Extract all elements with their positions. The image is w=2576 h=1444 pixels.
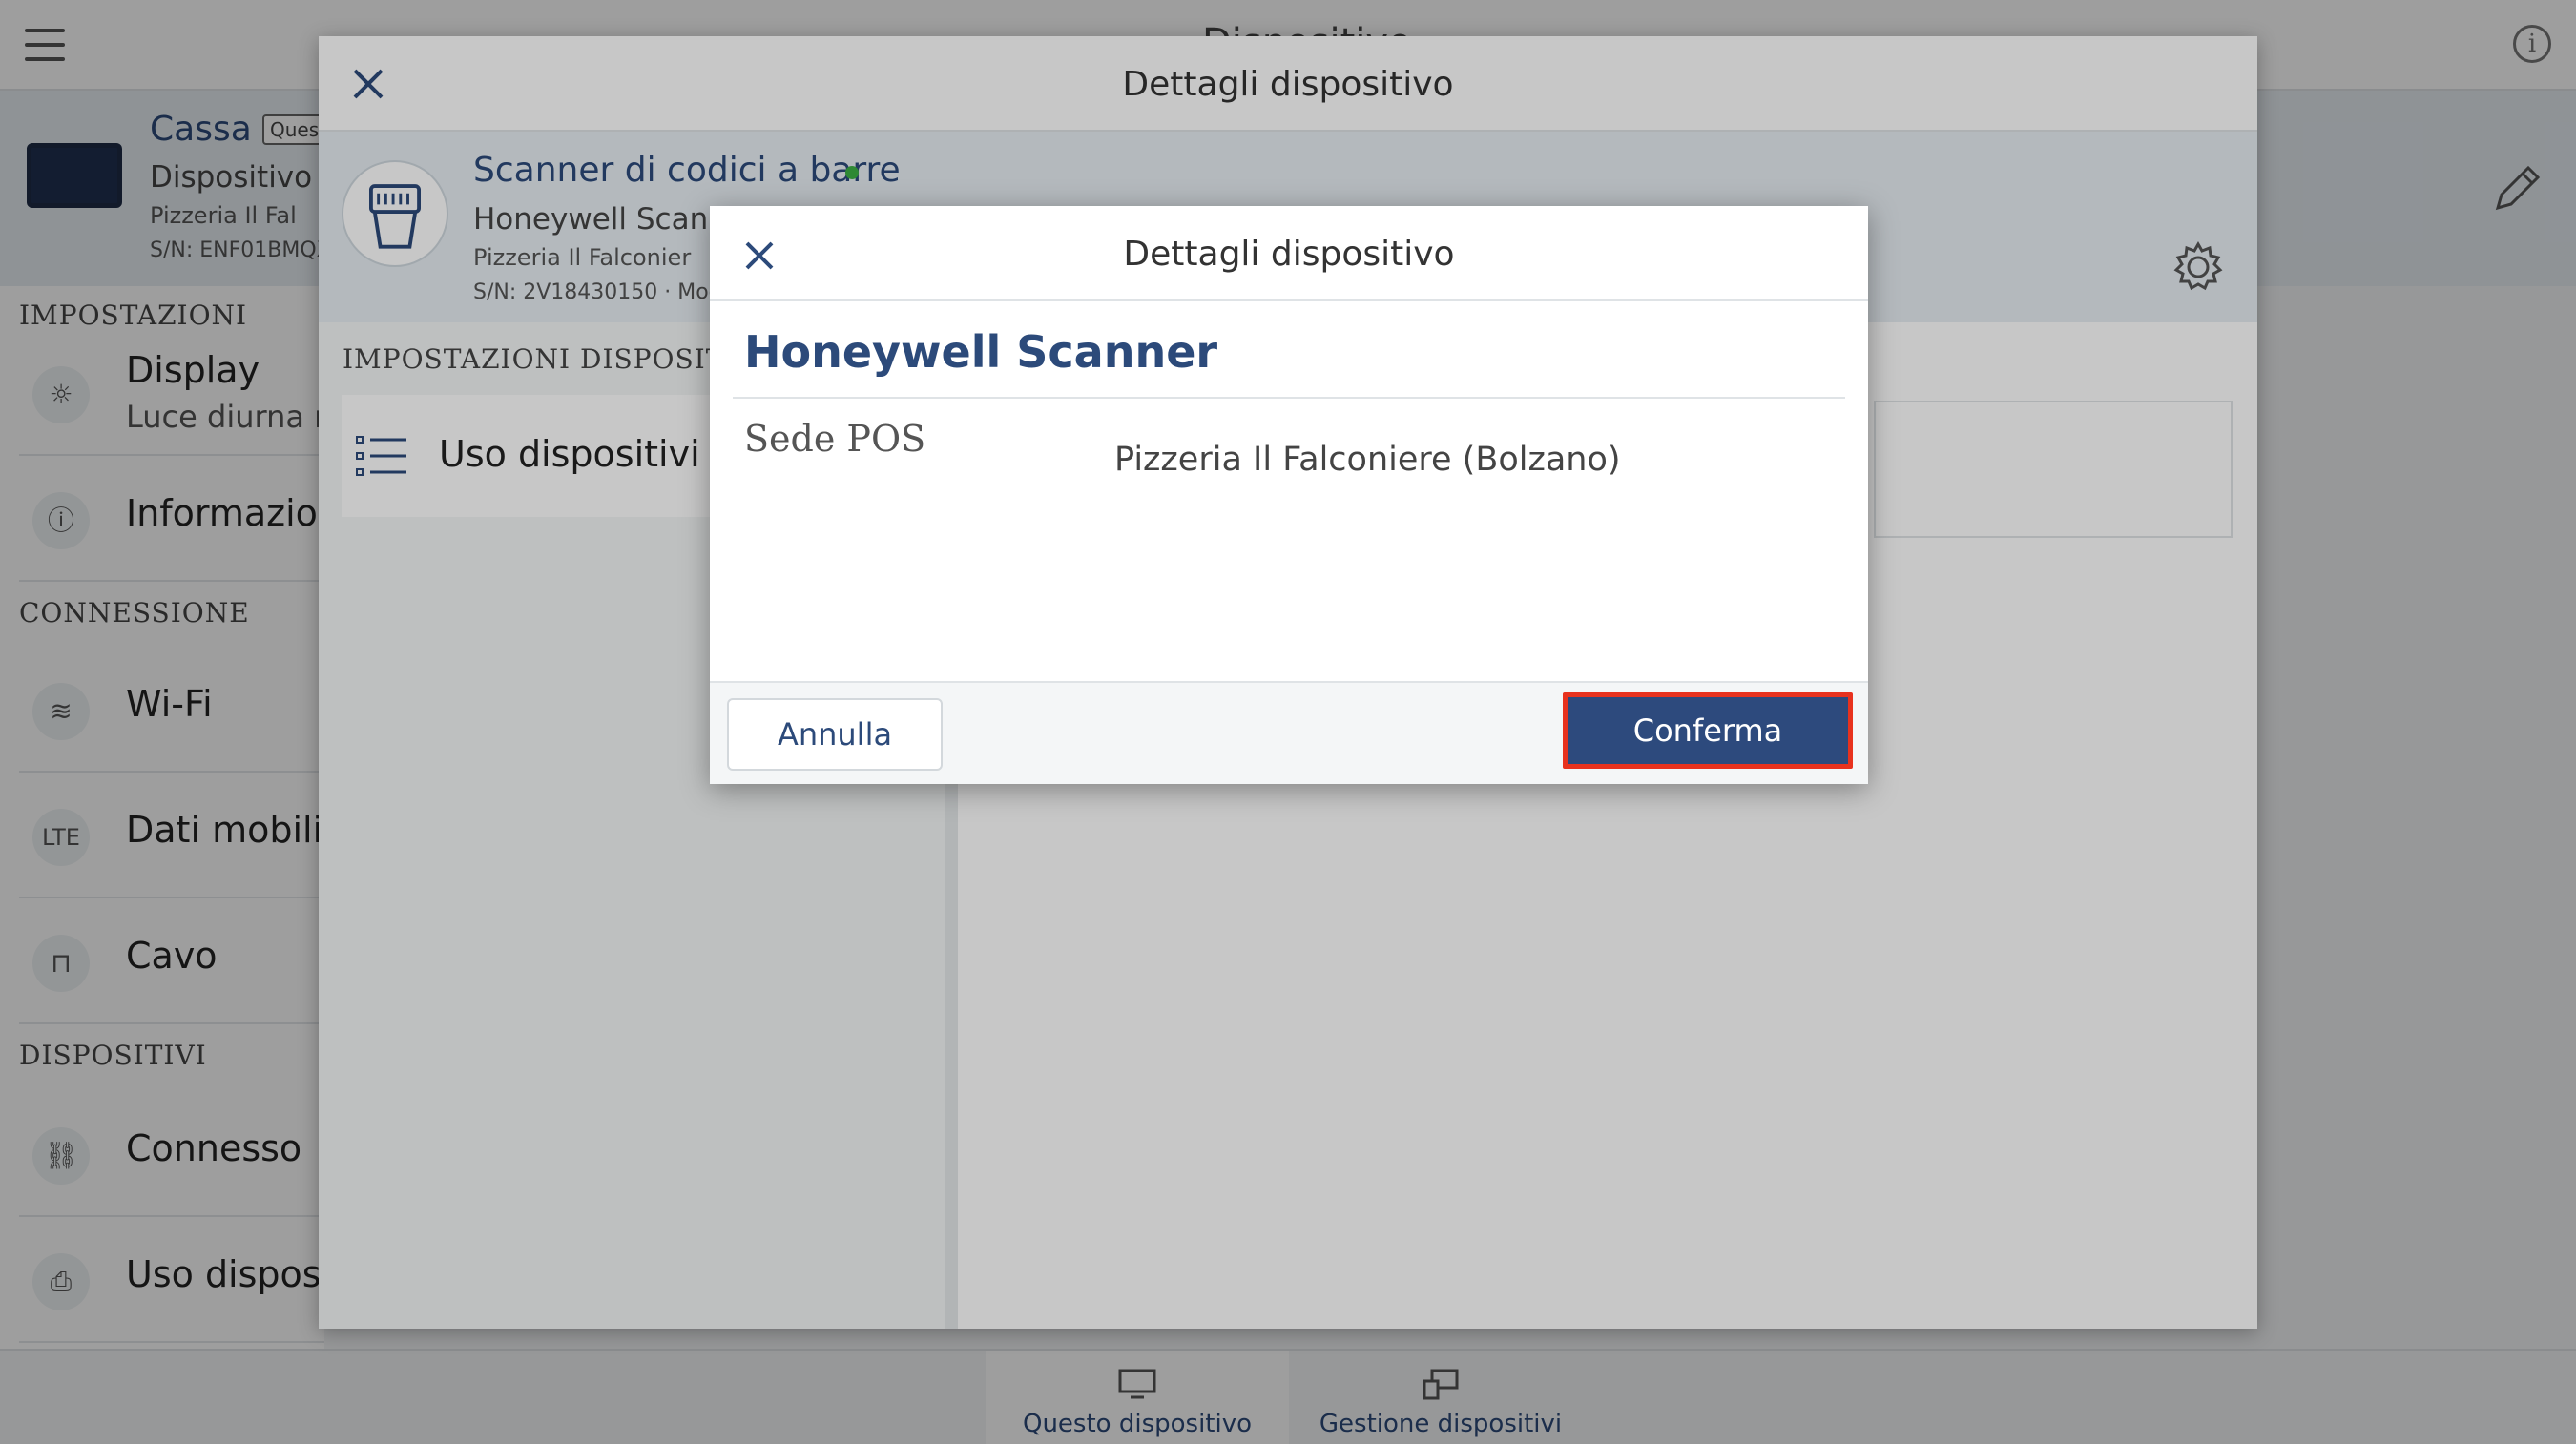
pos-location-value: Pizzeria Il Falconiere (Bolzano) bbox=[1114, 441, 1621, 479]
cancel-button[interactable]: Annulla bbox=[727, 698, 943, 771]
dialog-header: Dettagli dispositivo bbox=[710, 206, 1868, 301]
device-name-heading: Honeywell Scanner bbox=[744, 326, 1218, 378]
dialog-footer: Annulla Conferma bbox=[710, 681, 1868, 784]
pos-location-label: Sede POS bbox=[744, 418, 926, 460]
dialog-title: Dettagli dispositivo bbox=[1123, 235, 1455, 274]
device-details-dialog: Dettagli dispositivo Honeywell Scanner S… bbox=[710, 206, 1868, 784]
divider bbox=[733, 397, 1845, 399]
confirm-button[interactable]: Conferma bbox=[1563, 692, 1853, 769]
